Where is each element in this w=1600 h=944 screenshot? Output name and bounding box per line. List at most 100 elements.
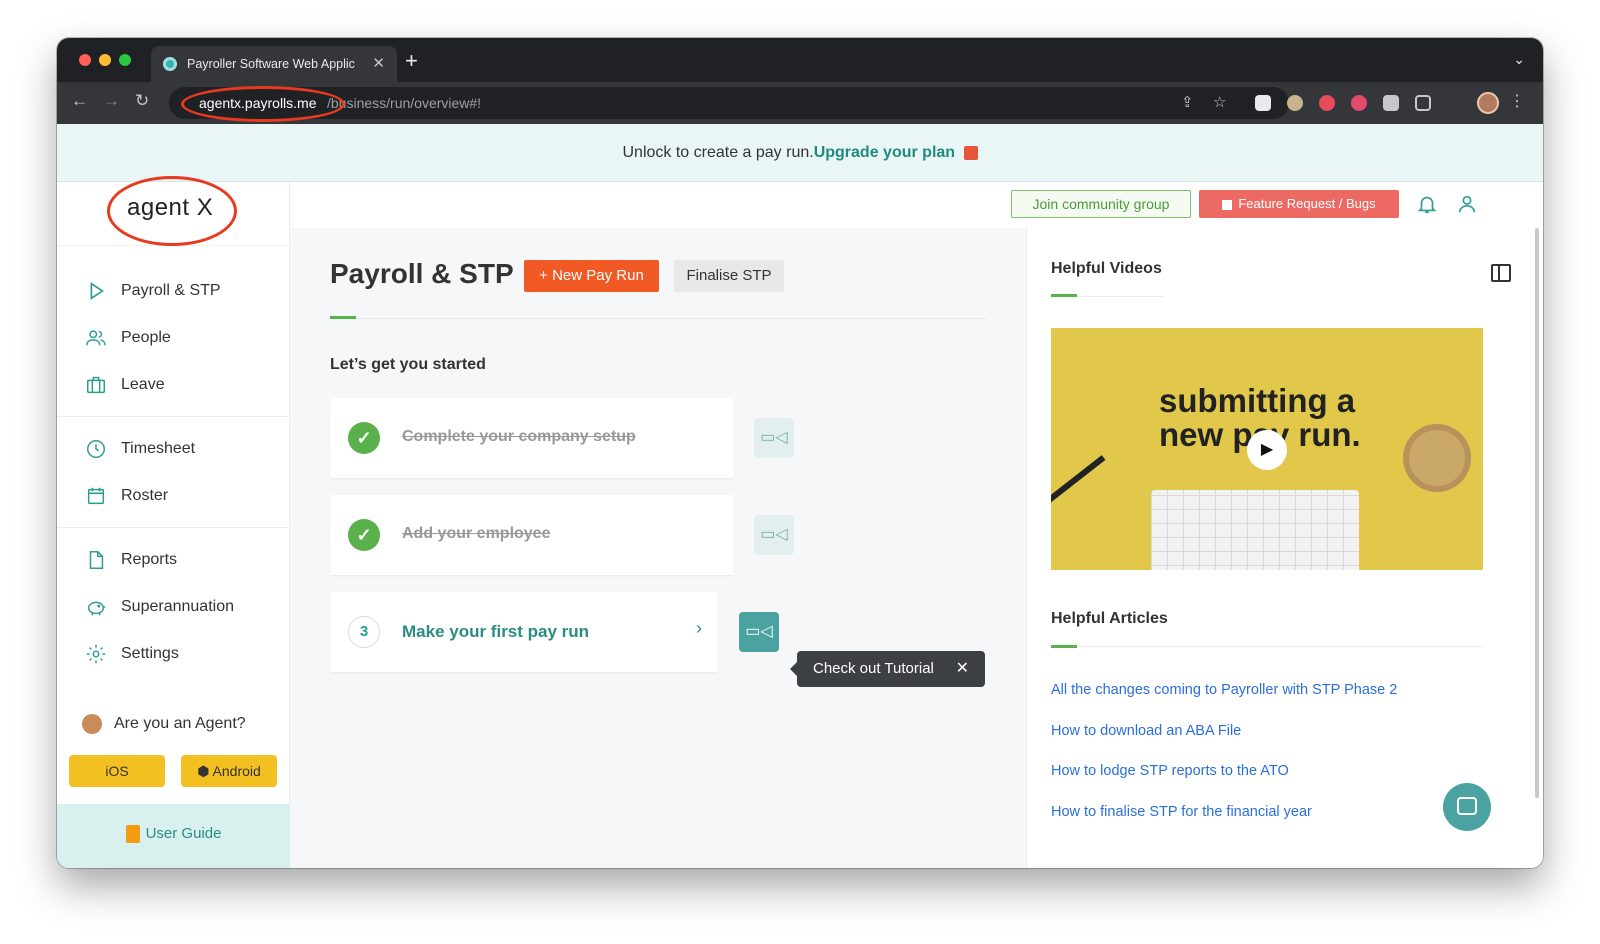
site-favicon-icon [163, 57, 177, 71]
title-divider [330, 318, 986, 319]
flag-icon [1222, 199, 1233, 210]
check-icon: ✓ [348, 519, 380, 551]
tooltip-text: Check out Tutorial [813, 660, 934, 677]
video-camera-icon[interactable]: ▭◁ [754, 418, 794, 458]
forward-arrow-icon[interactable]: → [103, 91, 120, 111]
sidebar-item-label: Payroll & STP [121, 282, 221, 299]
bell-icon[interactable] [1416, 192, 1438, 216]
videos-accent-bar [1051, 294, 1077, 297]
gear-icon [86, 644, 106, 664]
sidebar: agent X Payroll & STP People Leave Times… [57, 176, 290, 868]
people-icon [86, 330, 106, 346]
tab-close-icon[interactable]: ✕ [372, 54, 385, 72]
user-guide-link[interactable]: User Guide [57, 804, 290, 868]
url-path: /business/run/overview#! [327, 95, 482, 111]
helpful-articles-heading: Helpful Articles [1051, 610, 1168, 627]
user-account-icon[interactable] [1456, 192, 1478, 216]
annotation-circle-logo [107, 176, 237, 246]
tutorial-tooltip: Check out Tutorial ✕ [790, 651, 985, 687]
chat-bubble-icon [1457, 797, 1477, 815]
agent-prompt: Are you an Agent? [82, 714, 246, 734]
maximize-window-button[interactable] [119, 54, 131, 66]
android-app-button[interactable]: ⬢ Android [181, 755, 277, 787]
logo-area[interactable]: agent X [57, 176, 290, 246]
coaster-graphic [1403, 424, 1471, 492]
minimize-window-button[interactable] [99, 54, 111, 66]
article-link[interactable]: How to finalise STP for the financial ye… [1051, 804, 1312, 820]
keyboard-graphic [1151, 490, 1359, 570]
sidebar-item-payroll[interactable]: Payroll & STP [57, 272, 290, 312]
qr-extension-icon[interactable] [1255, 95, 1271, 111]
browser-toolbar: ← → ↻ agentx.payrolls.me /business/run/o… [57, 82, 1543, 124]
reload-icon[interactable]: ↻ [135, 91, 149, 111]
bookmark-star-icon[interactable]: ☆ [1213, 93, 1226, 111]
feature-request-button[interactable]: Feature Request / Bugs [1199, 190, 1399, 218]
sidebar-item-label: Leave [121, 376, 165, 393]
menu-kebab-icon[interactable]: ⋮ [1509, 91, 1525, 111]
video-thumbnail[interactable]: submitting a new pay run. ▶ [1051, 328, 1483, 570]
sidebar-item-superannuation[interactable]: Superannuation [57, 588, 290, 628]
close-window-button[interactable] [79, 54, 91, 66]
articles-accent-bar [1051, 645, 1077, 648]
title-accent-bar [330, 316, 356, 319]
tab-search-chevron-icon[interactable]: ⌄ [1513, 51, 1525, 68]
step-label: Complete your company setup [402, 428, 636, 445]
getting-started-heading: Let’s get you started [330, 356, 486, 373]
sidebar-item-leave[interactable]: Leave [57, 366, 290, 406]
play-icon [90, 282, 104, 300]
extensions-puzzle-icon[interactable] [1383, 95, 1399, 111]
helpful-videos-heading: Helpful Videos [1051, 260, 1162, 277]
step-number: 3 [348, 616, 380, 648]
browser-window: Payroller Software Web Applic ✕ + ⌄ ← → … [57, 38, 1543, 868]
sidebar-item-roster[interactable]: Roster [57, 477, 290, 517]
article-link[interactable]: How to lodge STP reports to the ATO [1051, 763, 1289, 779]
step-label: Add your employee [402, 525, 551, 542]
article-link[interactable]: How to download an ABA File [1051, 723, 1241, 739]
collapse-panel-icon[interactable] [1491, 264, 1511, 282]
video-camera-icon[interactable]: ▭◁ [739, 612, 779, 652]
chat-support-button[interactable] [1443, 783, 1491, 831]
sidebar-item-settings[interactable]: Settings [57, 635, 290, 675]
feature-request-label: Feature Request / Bugs [1238, 196, 1376, 211]
annotation-circle-url [181, 86, 345, 122]
articles-divider [1051, 646, 1483, 647]
join-community-button[interactable]: Join community group [1011, 190, 1191, 218]
side-panel-icon[interactable] [1415, 95, 1431, 111]
check-icon: ✓ [348, 422, 380, 454]
close-icon[interactable]: ✕ [956, 651, 969, 687]
new-pay-run-button[interactable]: + New Pay Run [524, 260, 659, 292]
finalise-stp-button[interactable]: Finalise STP [674, 260, 784, 292]
tab-bar: Payroller Software Web Applic ✕ + ⌄ [57, 38, 1543, 82]
glasses-extension-icon[interactable] [1287, 95, 1303, 111]
browser-tab[interactable]: Payroller Software Web Applic ✕ [151, 46, 397, 82]
video-headline-line1: submitting a [1159, 382, 1356, 419]
tab-title: Payroller Software Web Applic [187, 57, 355, 71]
step-label: Make your first pay run [402, 622, 590, 641]
address-bar[interactable]: agentx.payrolls.me /business/run/overvie… [169, 86, 1289, 122]
video-camera-icon[interactable]: ▭◁ [754, 515, 794, 555]
sidebar-item-label: People [121, 329, 171, 346]
back-arrow-icon[interactable]: ← [71, 91, 88, 111]
scrollbar[interactable] [1535, 228, 1539, 798]
ios-app-button[interactable]: iOS [69, 755, 165, 787]
step-card-add-employee[interactable]: ✓ Add your employee [330, 495, 734, 575]
piggy-bank-icon [87, 601, 106, 616]
calendar-icon [87, 487, 105, 505]
profile-avatar[interactable] [1477, 92, 1499, 114]
sidebar-item-timesheet[interactable]: Timesheet [57, 430, 290, 470]
article-link[interactable]: All the changes coming to Payroller with… [1051, 682, 1397, 698]
sidebar-item-label: Reports [121, 551, 178, 568]
sidebar-item-reports[interactable]: Reports [57, 541, 290, 581]
step-card-first-pay-run[interactable]: 3 Make your first pay run › [330, 592, 718, 672]
upgrade-plan-link[interactable]: Upgrade your plan [814, 144, 955, 161]
sidebar-divider [57, 527, 290, 528]
agent-avatar-icon [82, 714, 102, 734]
red-extension-icon[interactable] [1319, 95, 1335, 111]
pink-extension-icon[interactable] [1351, 95, 1367, 111]
sidebar-item-people[interactable]: People [57, 319, 290, 359]
step-card-company-setup[interactable]: ✓ Complete your company setup [330, 398, 734, 478]
sidebar-item-label: Timesheet [121, 440, 196, 457]
share-icon[interactable]: ⇪ [1181, 93, 1194, 111]
play-icon[interactable]: ▶ [1247, 430, 1287, 470]
new-tab-icon[interactable]: + [405, 48, 418, 74]
